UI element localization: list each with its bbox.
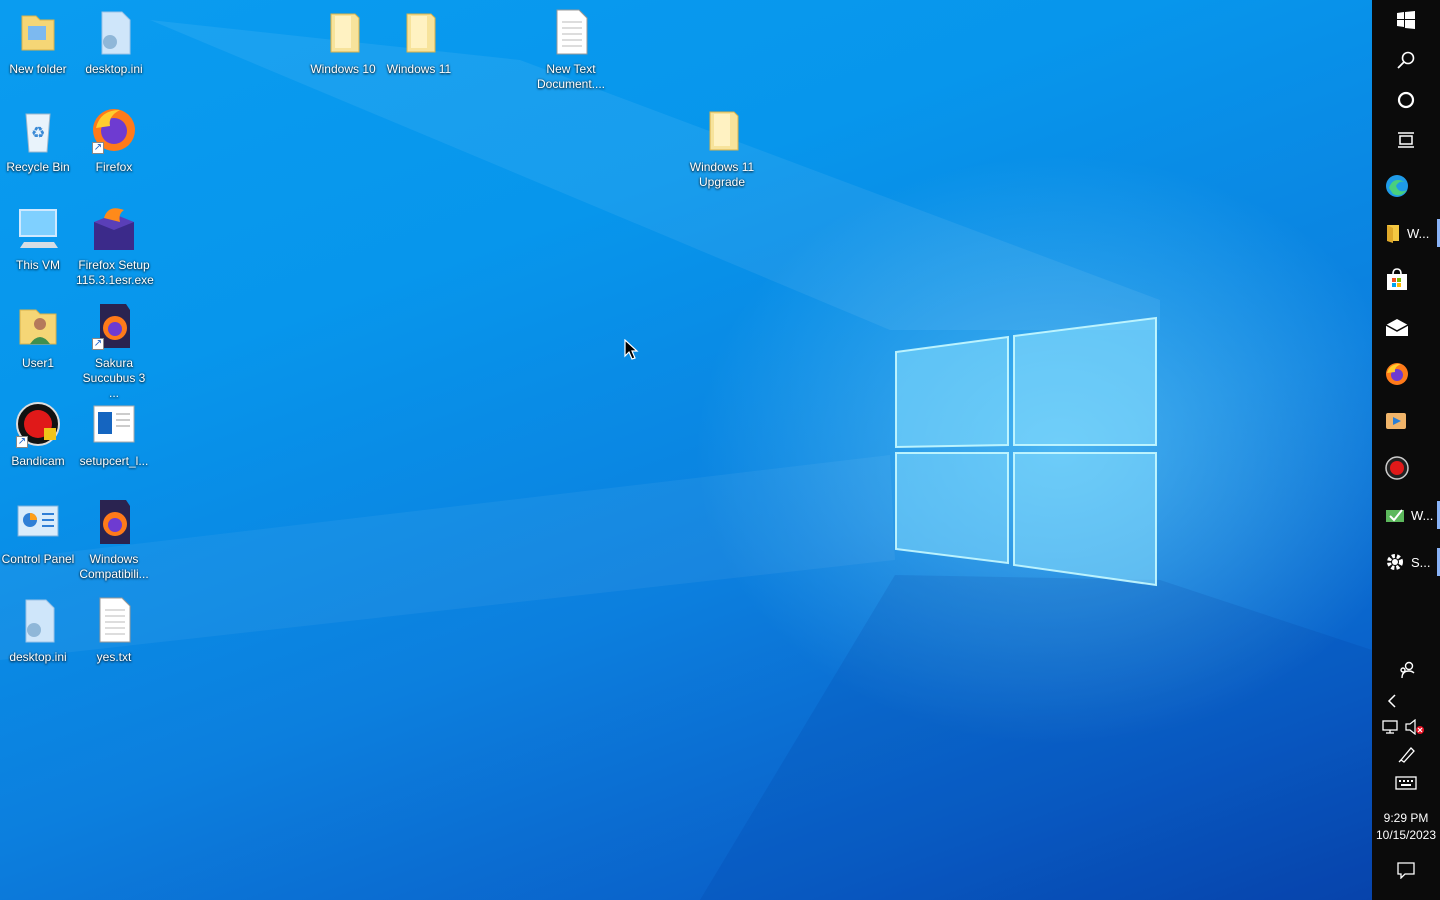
file-explorer-icon	[1387, 225, 1399, 243]
windows-app-icon	[1386, 509, 1404, 522]
text-file-icon	[547, 8, 595, 56]
windows-logo-icon	[1397, 11, 1415, 29]
network-button[interactable]	[1382, 719, 1400, 740]
microsoft-store-icon	[1387, 268, 1407, 290]
taskbar-app-mail[interactable]	[1372, 307, 1440, 347]
shortcut-arrow-icon: ↗	[16, 436, 28, 448]
media-player-icon	[1386, 413, 1406, 429]
folder-icon	[395, 8, 443, 56]
document-icon	[90, 400, 138, 448]
control-panel-icon	[14, 498, 62, 546]
desktop-icon-sakura-succubus[interactable]: ↗ Sakura Succubus 3 ...	[76, 302, 152, 401]
desktop-icon-desktop-ini-2[interactable]: desktop.ini	[0, 596, 76, 665]
desktop-icon-control-panel[interactable]: Control Panel	[0, 498, 76, 567]
clock-time: 9:29 PM	[1383, 811, 1429, 825]
desktop-icon-windows-11[interactable]: Windows 11	[381, 8, 457, 77]
people-button[interactable]	[1398, 661, 1416, 684]
desktop-icon-new-folder[interactable]: New folder	[0, 8, 76, 77]
ini-file-icon	[14, 596, 62, 644]
desktop-icon-bandicam[interactable]: ↗ Bandicam	[0, 400, 76, 469]
taskbar-app-media-player[interactable]	[1372, 401, 1440, 441]
firefox-icon	[90, 498, 138, 546]
volume-button[interactable]	[1405, 718, 1425, 740]
desktop-icon-firefox[interactable]: ↗ Firefox	[76, 106, 152, 175]
desktop-icon-this-vm[interactable]: This VM	[0, 204, 76, 273]
task-view-icon	[1398, 132, 1414, 148]
taskbar-app-file-explorer[interactable]: W...	[1372, 213, 1440, 253]
wallpaper-windows-logo	[895, 316, 1157, 587]
firefox-icon: ↗	[90, 302, 138, 350]
desktop-icon-new-text-document[interactable]: New Text Document....	[533, 8, 609, 92]
action-center-icon	[1397, 862, 1415, 880]
desktop[interactable]: New folder desktop.ini Windows 10 Window…	[0, 0, 1372, 900]
mail-icon	[1385, 319, 1409, 336]
folder-icon	[698, 106, 746, 154]
desktop-icon-setupcert[interactable]: setupcert_l...	[76, 400, 152, 469]
pen-icon	[1398, 747, 1415, 763]
recycle-bin-icon: ♻	[14, 106, 62, 154]
start-button[interactable]	[1372, 0, 1440, 40]
ini-file-icon	[90, 8, 138, 56]
taskbar-app-microsoft-store[interactable]	[1372, 260, 1440, 300]
desktop-icon-firefox-setup[interactable]: Firefox Setup 115.3.1esr.exe	[76, 204, 154, 288]
svg-text:♻: ♻	[31, 123, 45, 142]
shortcut-arrow-icon: ↗	[92, 338, 104, 350]
network-icon	[1382, 720, 1398, 734]
user-folder-icon	[14, 302, 62, 350]
show-hidden-icons-button[interactable]	[1385, 694, 1399, 713]
text-file-icon	[90, 596, 138, 644]
firefox-icon	[1386, 363, 1408, 385]
pen-workspace-button[interactable]	[1398, 745, 1416, 768]
mouse-cursor-icon	[624, 339, 639, 360]
desktop-icon-recycle-bin[interactable]: ♻ Recycle Bin	[0, 106, 76, 175]
task-view-button[interactable]	[1372, 120, 1440, 160]
taskbar-app-firefox[interactable]	[1372, 354, 1440, 394]
firefox-icon: ↗	[90, 106, 138, 154]
taskbar-app-bandicam[interactable]	[1372, 448, 1440, 488]
search-button[interactable]	[1372, 40, 1440, 80]
clock-date: 10/15/2023	[1375, 828, 1437, 842]
desktop-icon-yes-txt[interactable]: yes.txt	[76, 596, 152, 665]
touch-keyboard-button[interactable]	[1395, 775, 1417, 796]
taskbar: W... W... S... 9:29 PM 10/15/2023	[1372, 0, 1440, 900]
desktop-icon-windows-11-upgrade[interactable]: Windows 11 Upgrade	[684, 106, 760, 190]
shortcut-arrow-icon: ↗	[92, 142, 104, 154]
clock[interactable]: 9:29 PM 10/15/2023	[1372, 810, 1440, 844]
taskbar-app-edge[interactable]	[1372, 166, 1440, 206]
cortana-button[interactable]	[1372, 80, 1440, 120]
desktop-icon-user1[interactable]: User1	[0, 302, 76, 371]
desktop-icon-windows-compatibility[interactable]: Windows Compatibili...	[76, 498, 152, 582]
edge-icon	[1386, 175, 1408, 197]
desktop-icon-windows-10[interactable]: Windows 10	[305, 8, 381, 77]
touch-keyboard-icon	[1395, 776, 1417, 790]
settings-gear-icon	[1387, 554, 1403, 570]
bandicam-icon: ↗	[14, 400, 62, 448]
people-icon	[1400, 661, 1415, 679]
desktop-icon-desktop-ini[interactable]: desktop.ini	[76, 8, 152, 77]
cortana-ring-icon	[1397, 91, 1415, 109]
computer-icon	[14, 204, 62, 252]
volume-muted-icon	[1405, 718, 1424, 736]
folder-icon	[14, 8, 62, 56]
taskbar-app-settings[interactable]: S...	[1372, 542, 1440, 582]
firefox-setup-icon	[90, 204, 138, 252]
bandicam-icon	[1385, 456, 1409, 480]
taskbar-app-windows-app[interactable]: W...	[1372, 495, 1440, 535]
action-center-button[interactable]	[1396, 861, 1416, 884]
chevron-left-icon	[1387, 694, 1396, 708]
folder-icon	[319, 8, 367, 56]
search-icon	[1397, 51, 1415, 69]
